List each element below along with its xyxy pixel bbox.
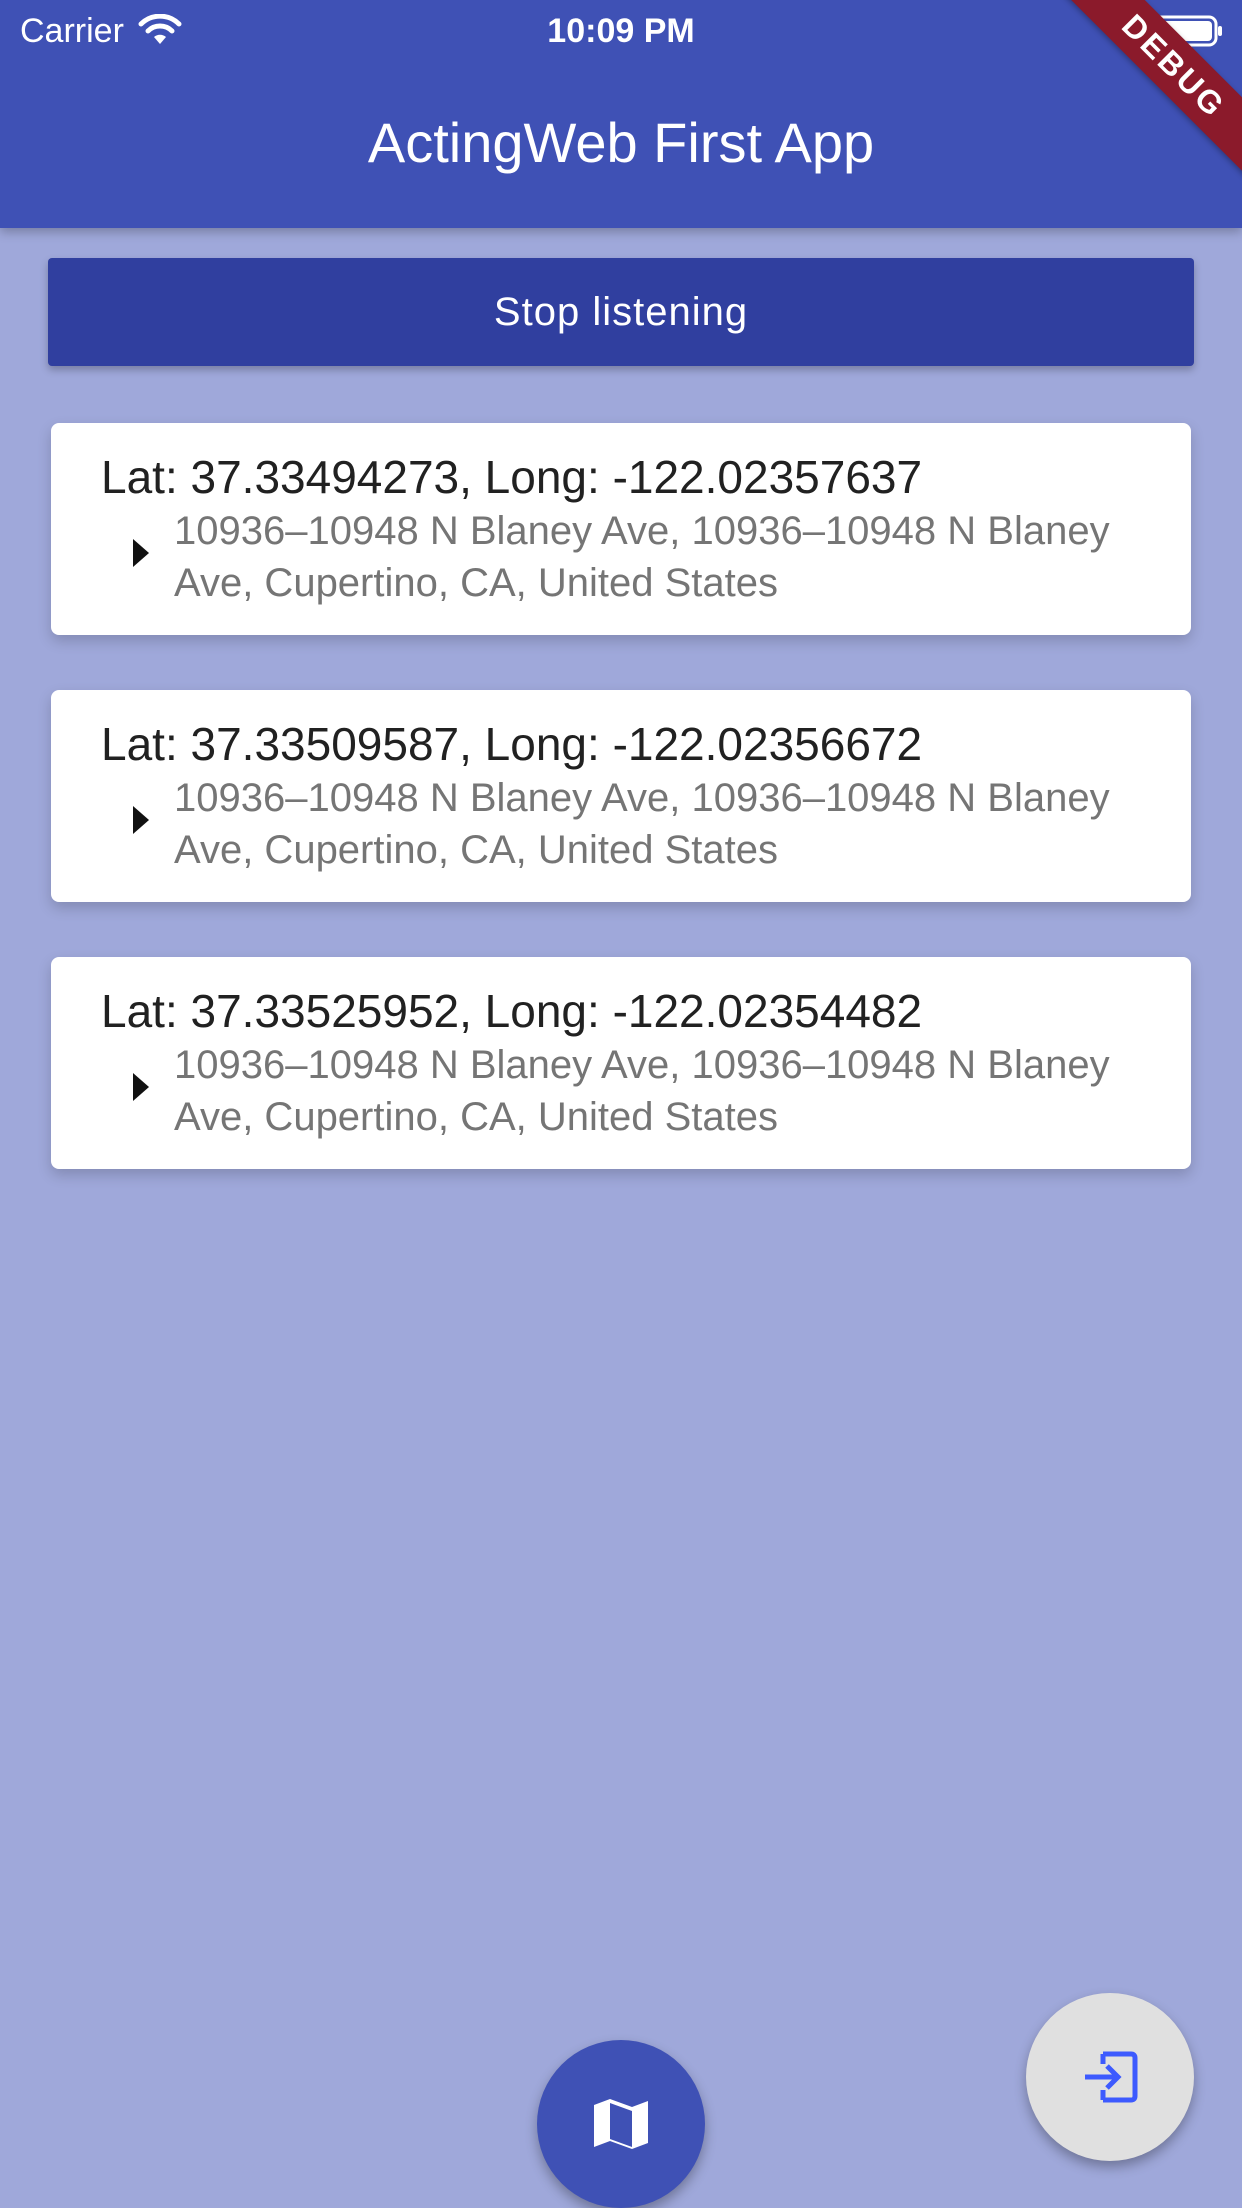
app-bar: Carrier 10:09 PM ActingWeb First App DEB… [0, 0, 1242, 228]
caret-right-icon [133, 806, 149, 834]
location-card[interactable]: Lat: 37.33494273, Long: -122.02357637 10… [51, 423, 1191, 635]
location-coordinates: Lat: 37.33509587, Long: -122.02356672 [101, 718, 923, 770]
stop-listening-button[interactable]: Stop listening [48, 258, 1194, 366]
exit-button[interactable] [1026, 1993, 1194, 2161]
location-coordinates: Lat: 37.33494273, Long: -122.02357637 [101, 451, 923, 503]
page-title: ActingWeb First App [367, 111, 875, 174]
location-coordinates: Lat: 37.33525952, Long: -122.02354482 [101, 985, 923, 1037]
location-address: 10936–10948 N Blaney Ave, 10936–10948 N … [174, 509, 1110, 605]
caret-right-icon [133, 539, 149, 567]
map-button[interactable] [537, 2040, 705, 2208]
location-address: 10936–10948 N Blaney Ave, 10936–10948 N … [174, 776, 1110, 872]
location-address: 10936–10948 N Blaney Ave, 10936–10948 N … [174, 1043, 1110, 1139]
status-bar: Carrier 10:09 PM [0, 0, 1242, 62]
caret-right-icon [133, 1073, 149, 1101]
exit-icon [1085, 2051, 1138, 2103]
status-time: 10:09 PM [547, 12, 695, 50]
map-icon [594, 2099, 648, 2149]
location-card[interactable]: Lat: 37.33525952, Long: -122.02354482 10… [51, 957, 1191, 1169]
location-card[interactable]: Lat: 37.33509587, Long: -122.02356672 10… [51, 690, 1191, 902]
